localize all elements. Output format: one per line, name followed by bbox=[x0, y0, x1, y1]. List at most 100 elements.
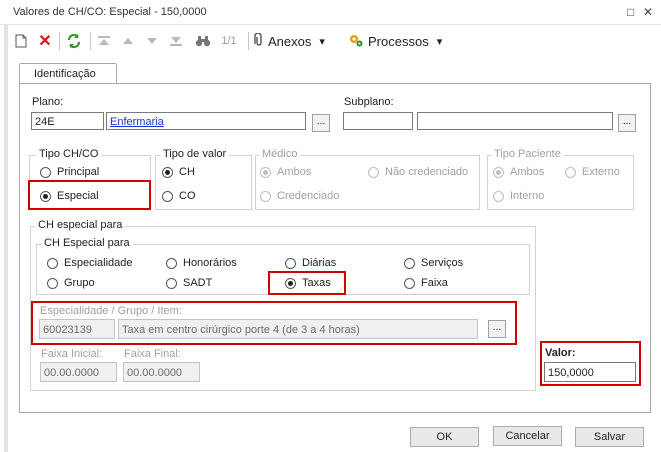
anexos-menu[interactable]: Anexos ▾ bbox=[254, 30, 330, 52]
radio-credenciado[interactable]: Credenciado bbox=[260, 190, 339, 202]
radio-circle bbox=[368, 166, 379, 178]
radio-label: Honorários bbox=[183, 257, 237, 269]
subplano-lookup-button[interactable]: ... bbox=[618, 114, 636, 132]
faixa-inicial-field[interactable]: 00.00.0000 bbox=[40, 362, 117, 382]
toolbar-separator bbox=[59, 32, 60, 50]
previous-record-icon[interactable] bbox=[120, 30, 136, 52]
radio-medico-ambos[interactable]: Ambos bbox=[260, 166, 311, 178]
next-record-icon[interactable] bbox=[144, 30, 160, 52]
radio-label: Ambos bbox=[510, 166, 545, 178]
radio-label: Diárias bbox=[302, 257, 337, 269]
radio-circle bbox=[404, 257, 415, 269]
tipo-valor-label: Tipo de valor bbox=[160, 148, 230, 160]
plano-name-field[interactable]: Enfermaria bbox=[106, 112, 306, 130]
radio-ch[interactable]: CH bbox=[162, 166, 195, 178]
subplano-name-field[interactable] bbox=[417, 112, 613, 130]
subplano-code-field[interactable] bbox=[343, 112, 413, 130]
first-record-icon[interactable] bbox=[96, 30, 112, 52]
cancel-button[interactable]: Cancelar bbox=[493, 426, 562, 446]
radio-nao-credenciado[interactable]: Não credenciado bbox=[368, 166, 468, 178]
radio-label: Principal bbox=[57, 166, 100, 178]
radio-label: Externo bbox=[582, 166, 620, 178]
highlight-box bbox=[540, 341, 641, 386]
refresh-icon[interactable] bbox=[64, 30, 84, 52]
chevron-down-icon: ▾ bbox=[319, 35, 325, 48]
tipo-paciente-label: Tipo Paciente bbox=[491, 148, 564, 160]
radio-diarias[interactable]: Diárias bbox=[285, 257, 336, 269]
window-title: Valores de CH/CO: Especial - 150,0000 bbox=[13, 6, 207, 18]
tab-label: Identificação bbox=[34, 68, 96, 80]
radio-circle bbox=[565, 166, 576, 178]
binoculars-icon[interactable] bbox=[194, 30, 212, 52]
processos-menu[interactable]: Processos ▾ bbox=[348, 30, 448, 52]
radio-label: Grupo bbox=[64, 277, 95, 289]
radio-label: CH bbox=[179, 166, 195, 178]
subplano-label: Subplano: bbox=[344, 96, 394, 108]
radio-grupo[interactable]: Grupo bbox=[47, 277, 95, 289]
radio-label: Interno bbox=[510, 190, 545, 202]
radio-circle bbox=[47, 277, 58, 289]
radio-servicos[interactable]: Serviços bbox=[404, 257, 463, 269]
plano-code-field[interactable]: 24E bbox=[31, 112, 104, 130]
delete-icon[interactable]: ✕ bbox=[36, 30, 54, 52]
radio-especialidade[interactable]: Especialidade bbox=[47, 257, 133, 269]
toolbar: ✕ 1/1 Anexos ▾ Processos ▾ bbox=[8, 26, 661, 56]
ch-especial-inner-label: CH Especial para bbox=[41, 237, 133, 249]
radio-faixa[interactable]: Faixa bbox=[404, 277, 448, 289]
radio-circle bbox=[493, 190, 504, 202]
chevron-down-icon: ▾ bbox=[436, 35, 443, 48]
radio-circle bbox=[47, 257, 58, 269]
tab-identificacao[interactable]: Identificação bbox=[19, 63, 117, 85]
radio-principal[interactable]: Principal bbox=[40, 166, 99, 178]
radio-label: Especialidade bbox=[64, 257, 133, 269]
dialog-window: Valores de CH/CO: Especial - 150,0000 □ … bbox=[0, 0, 661, 452]
plano-lookup-button[interactable]: ... bbox=[312, 114, 330, 132]
radio-circle bbox=[404, 277, 415, 289]
plano-name-link[interactable]: Enfermaria bbox=[110, 116, 164, 128]
close-icon[interactable]: ✕ bbox=[643, 5, 653, 19]
last-record-icon[interactable] bbox=[168, 30, 184, 52]
radio-co[interactable]: CO bbox=[162, 190, 196, 202]
highlight-box bbox=[268, 271, 346, 295]
new-document-icon[interactable] bbox=[12, 30, 30, 52]
window-left-border bbox=[4, 24, 8, 452]
radio-label: Não credenciado bbox=[385, 166, 469, 178]
toolbar-separator bbox=[90, 32, 91, 50]
highlight-box bbox=[31, 301, 517, 345]
faixa-inicial-label: Faixa Inicial: bbox=[41, 348, 103, 360]
page-indicator: 1/1 bbox=[221, 35, 237, 47]
radio-label: CO bbox=[179, 190, 196, 202]
radio-label: Serviços bbox=[421, 257, 464, 269]
radio-label: Credenciado bbox=[277, 190, 340, 202]
radio-honorarios[interactable]: Honorários bbox=[166, 257, 237, 269]
process-icon bbox=[348, 32, 364, 51]
anexos-label: Anexos bbox=[268, 33, 312, 49]
radio-circle bbox=[40, 166, 51, 178]
radio-label: Ambos bbox=[277, 166, 312, 178]
radio-circle bbox=[166, 277, 177, 289]
maximize-icon[interactable]: □ bbox=[627, 5, 634, 19]
radio-circle bbox=[493, 166, 504, 178]
radio-interno[interactable]: Interno bbox=[493, 190, 544, 202]
radio-circle bbox=[166, 257, 177, 269]
processos-label: Processos bbox=[368, 33, 429, 49]
faixa-final-label: Faixa Final: bbox=[124, 348, 181, 360]
save-button[interactable]: Salvar bbox=[575, 427, 644, 447]
title-bar: Valores de CH/CO: Especial - 150,0000 □ … bbox=[0, 0, 661, 25]
faixa-final-field[interactable]: 00.00.0000 bbox=[123, 362, 200, 382]
ok-button[interactable]: OK bbox=[410, 427, 479, 447]
radio-paciente-ambos[interactable]: Ambos bbox=[493, 166, 544, 178]
radio-circle bbox=[260, 190, 271, 202]
radio-label: Faixa bbox=[421, 277, 448, 289]
radio-circle bbox=[285, 257, 296, 269]
radio-circle bbox=[260, 166, 271, 178]
radio-circle bbox=[162, 166, 173, 178]
paperclip-icon bbox=[254, 31, 264, 50]
tipo-chco-label: Tipo CH/CO bbox=[36, 148, 102, 160]
radio-circle bbox=[162, 190, 173, 202]
toolbar-separator bbox=[248, 32, 249, 50]
radio-sadt[interactable]: SADT bbox=[166, 277, 212, 289]
radio-label: SADT bbox=[183, 277, 213, 289]
radio-externo[interactable]: Externo bbox=[565, 166, 620, 178]
highlight-box bbox=[28, 180, 151, 210]
